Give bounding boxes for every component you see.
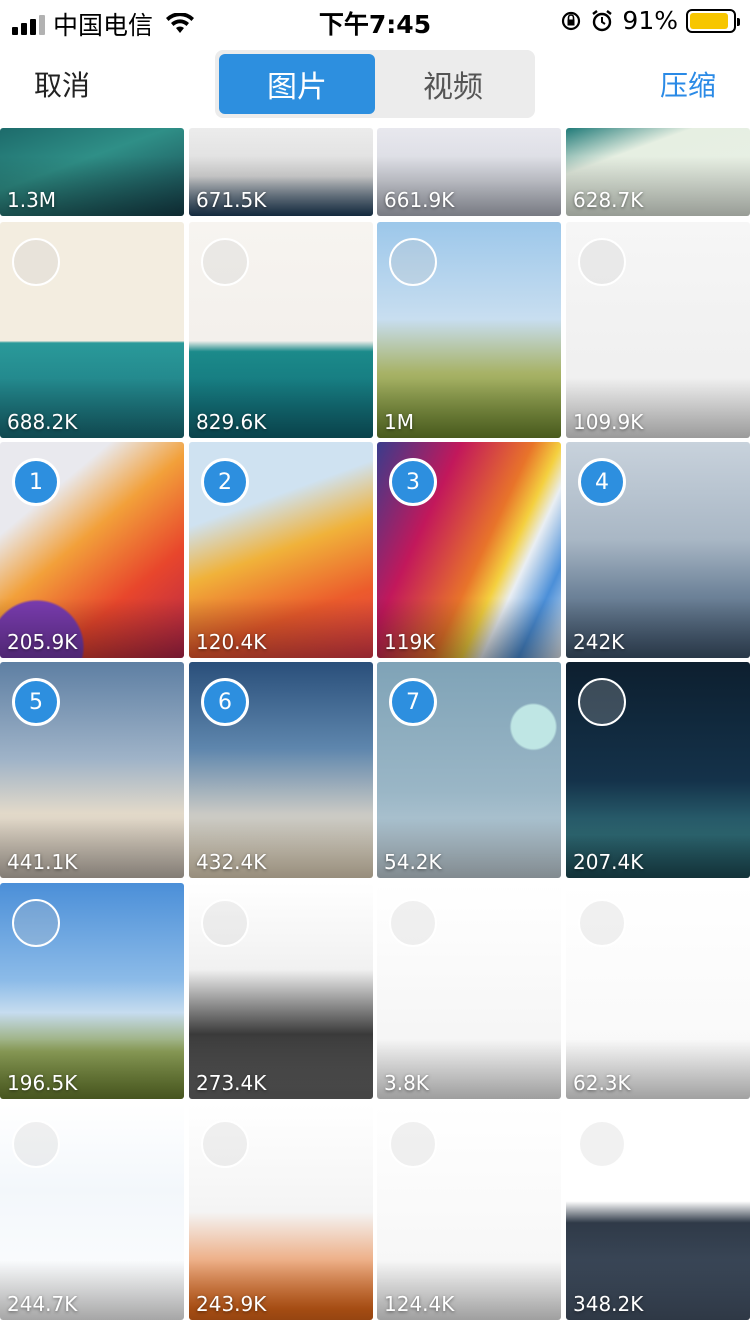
selection-circle[interactable] <box>201 899 249 947</box>
selection-badge[interactable]: 2 <box>201 458 249 506</box>
photo-cell[interactable]: 7 54.2K <box>377 662 561 878</box>
photo-size-label: 671.5K <box>196 188 267 212</box>
photo-size-label: 441.1K <box>7 850 78 874</box>
status-bar: 中国电信 下午7:45 91% <box>0 0 750 40</box>
selection-badge[interactable]: 4 <box>578 458 626 506</box>
photo-cell[interactable]: 1M <box>377 222 561 438</box>
selection-circle[interactable] <box>389 238 437 286</box>
selection-circle[interactable] <box>578 899 626 947</box>
media-type-segmented-control: 图片 视频 <box>215 50 535 118</box>
photo-cell[interactable]: 5 441.1K <box>0 662 184 878</box>
photo-cell[interactable]: 628.7K <box>566 128 750 216</box>
selection-badge[interactable]: 7 <box>389 678 437 726</box>
photo-cell[interactable]: 661.9K <box>377 128 561 216</box>
battery-icon <box>686 8 740 33</box>
photo-grid: 1.3M 671.5K 661.9K 628.7K 688.2K 829.6K 1M 109.… <box>0 128 750 1334</box>
photo-size-label: 120.4K <box>196 630 267 654</box>
photo-size-label: 348.2K <box>573 1292 644 1316</box>
compress-button[interactable]: 压缩 <box>660 64 716 104</box>
alarm-icon <box>592 9 613 31</box>
photo-cell[interactable]: 3.8K <box>377 883 561 1099</box>
photo-cell[interactable]: 829.6K <box>189 222 373 438</box>
photo-size-label: 54.2K <box>384 850 442 874</box>
photo-cell[interactable]: 6 432.4K <box>189 662 373 878</box>
photo-size-label: 205.9K <box>7 630 78 654</box>
photo-size-label: 196.5K <box>7 1071 78 1095</box>
selection-circle[interactable] <box>578 238 626 286</box>
photo-cell[interactable]: 1 205.9K <box>0 442 184 658</box>
selection-badge[interactable]: 1 <box>12 458 60 506</box>
photo-size-label: 829.6K <box>196 410 267 434</box>
photo-cell[interactable]: 671.5K <box>189 128 373 216</box>
selection-circle[interactable] <box>389 1120 437 1168</box>
rotation-lock-icon <box>562 11 581 30</box>
photo-size-label: 432.4K <box>196 850 267 874</box>
selection-circle[interactable] <box>578 1120 626 1168</box>
photo-cell[interactable]: 4 242K <box>566 442 750 658</box>
photo-size-label: 62.3K <box>573 1071 631 1095</box>
photo-size-label: 109.9K <box>573 410 644 434</box>
photo-size-label: 243.9K <box>196 1292 267 1316</box>
photo-cell[interactable]: 2 120.4K <box>189 442 373 658</box>
photo-cell[interactable]: 243.9K <box>189 1104 373 1320</box>
photo-size-label: 119K <box>384 630 436 654</box>
selection-circle[interactable] <box>389 899 437 947</box>
selection-badge[interactable]: 5 <box>12 678 60 726</box>
photo-cell[interactable]: 62.3K <box>566 883 750 1099</box>
photo-size-label: 273.4K <box>196 1071 267 1095</box>
photo-cell[interactable]: 688.2K <box>0 222 184 438</box>
nav-bar: 取消 图片 视频 压缩 <box>0 40 750 128</box>
photo-size-label: 628.7K <box>573 188 644 212</box>
photo-cell[interactable]: 1.3M <box>0 128 184 216</box>
selection-circle[interactable] <box>12 899 60 947</box>
photo-cell[interactable]: 109.9K <box>566 222 750 438</box>
tab-images[interactable]: 图片 <box>219 54 375 114</box>
photo-size-label: 1.3M <box>7 188 57 212</box>
selection-circle[interactable] <box>12 1120 60 1168</box>
photo-size-label: 244.7K <box>7 1292 78 1316</box>
photo-cell[interactable]: 124.4K <box>377 1104 561 1320</box>
photo-cell[interactable]: 348.2K <box>566 1104 750 1320</box>
photo-cell[interactable]: 273.4K <box>189 883 373 1099</box>
selection-circle[interactable] <box>201 238 249 286</box>
photo-size-label: 242K <box>573 630 625 654</box>
photo-cell[interactable]: 3 119K <box>377 442 561 658</box>
selection-badge[interactable]: 6 <box>201 678 249 726</box>
photo-size-label: 1M <box>384 410 414 434</box>
photo-size-label: 661.9K <box>384 188 455 212</box>
selection-circle[interactable] <box>201 1120 249 1168</box>
selection-circle[interactable] <box>12 238 60 286</box>
selection-badge[interactable]: 3 <box>389 458 437 506</box>
photo-size-label: 124.4K <box>384 1292 455 1316</box>
cancel-button[interactable]: 取消 <box>34 64 90 104</box>
selection-circle[interactable] <box>578 678 626 726</box>
photo-cell[interactable]: 244.7K <box>0 1104 184 1320</box>
photo-size-label: 688.2K <box>7 410 78 434</box>
battery-level <box>690 12 729 29</box>
status-right: 91% <box>560 6 740 35</box>
tab-videos[interactable]: 视频 <box>375 54 531 114</box>
photo-size-label: 207.4K <box>573 850 644 874</box>
battery-percent: 91% <box>622 6 678 35</box>
photo-cell[interactable]: 196.5K <box>0 883 184 1099</box>
photo-size-label: 3.8K <box>384 1071 429 1095</box>
photo-cell[interactable]: 207.4K <box>566 662 750 878</box>
